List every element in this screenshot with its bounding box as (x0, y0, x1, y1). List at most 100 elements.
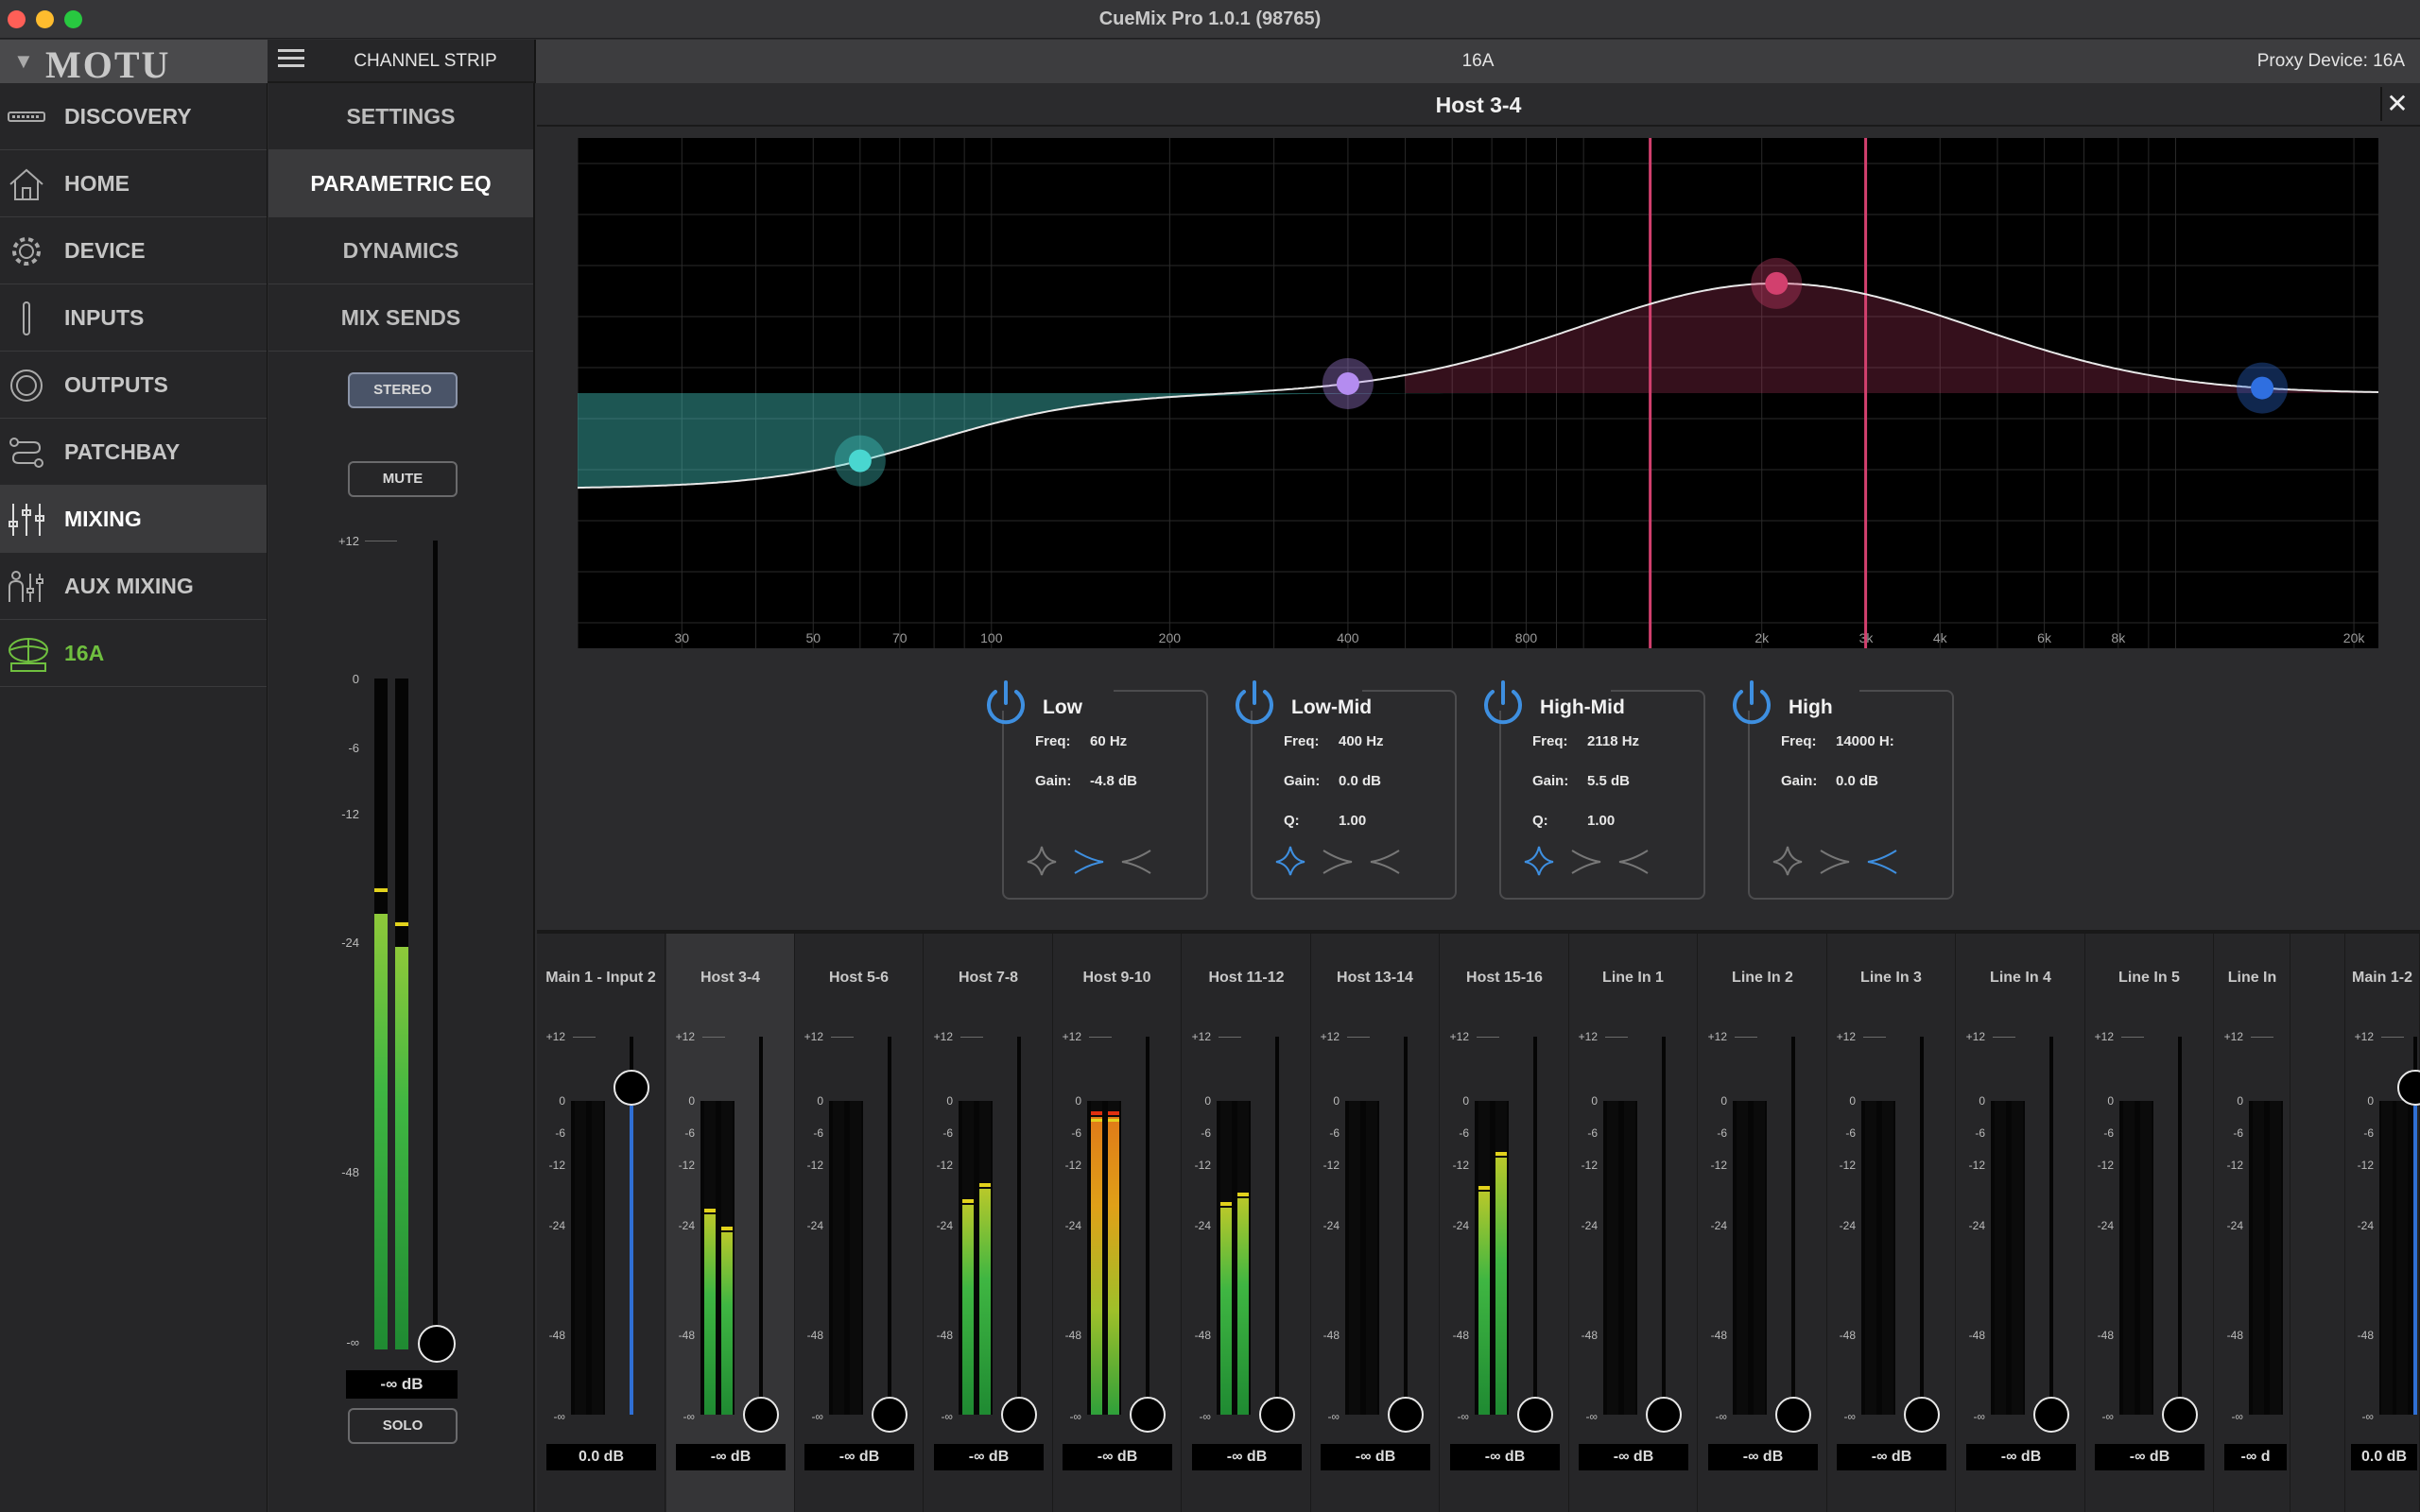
gain-value[interactable]: 0.0 dB (1339, 773, 1381, 789)
fader-knob[interactable] (1646, 1397, 1682, 1433)
brand-menu[interactable]: ▼ MOTU (0, 40, 268, 86)
fader-track[interactable] (1404, 1037, 1408, 1415)
fader-knob[interactable] (614, 1070, 649, 1106)
mixer-channel[interactable]: Line In 2 +12 0 -6 -12 -24 -48 -∞ -∞ dB (1699, 934, 1827, 1512)
low-shelf-filter-icon[interactable] (1320, 843, 1356, 879)
high-shelf-filter-icon[interactable] (1864, 843, 1900, 879)
mixer-channel[interactable]: Main 1-2 +12 0 -6 -12 -24 -48 -∞ 0.0 dB (2344, 934, 2420, 1512)
freq-value[interactable]: 2118 Hz (1587, 733, 1639, 749)
fader-track[interactable] (1275, 1037, 1279, 1415)
fader-track[interactable] (1662, 1037, 1666, 1415)
fader-value[interactable]: -∞ d (2224, 1444, 2287, 1470)
freq-row[interactable]: Freq: 14000 H: (1781, 733, 1894, 749)
eq-graph[interactable]: 3050701002004008002k3k4k6k8k20k (578, 138, 2378, 648)
power-icon[interactable] (1227, 677, 1282, 731)
mixer-channel[interactable]: Host 3-4 +12 0 -6 -12 -24 -48 -∞ -∞ dB (666, 934, 795, 1512)
fader-knob[interactable] (418, 1325, 456, 1363)
nav-item-device[interactable]: DEVICE (0, 217, 267, 284)
mixer-channel[interactable]: Host 7-8 +12 0 -6 -12 -24 -48 -∞ -∞ dB (925, 934, 1053, 1512)
fader-value[interactable]: -∞ dB (1192, 1444, 1302, 1470)
fader-track[interactable] (1146, 1037, 1150, 1415)
fader-knob[interactable] (2033, 1397, 2069, 1433)
freq-row[interactable]: Freq: 400 Hz (1284, 733, 1384, 749)
high-shelf-filter-icon[interactable] (1616, 843, 1651, 879)
high-shelf-filter-icon[interactable] (1118, 843, 1154, 879)
freq-row[interactable]: Freq: 60 Hz (1035, 733, 1127, 749)
power-icon[interactable] (1476, 677, 1530, 731)
mixer-channel[interactable]: Line In 4 +12 0 -6 -12 -24 -48 -∞ -∞ dB (1957, 934, 2085, 1512)
fader-knob[interactable] (1517, 1397, 1553, 1433)
freq-value[interactable]: 14000 H: (1836, 733, 1894, 749)
tab-parametric-eq[interactable]: PARAMETRIC EQ (268, 150, 533, 217)
tab-dynamics[interactable]: DYNAMICS (268, 217, 533, 284)
fader-track[interactable] (433, 541, 438, 1349)
q-row[interactable]: Q: 1.00 (1532, 813, 1615, 829)
peak-filter-icon[interactable] (1521, 843, 1557, 879)
gain-value[interactable]: 0.0 dB (1836, 773, 1878, 789)
peak-filter-icon[interactable] (1770, 843, 1806, 879)
fader-value[interactable]: -∞ dB (1966, 1444, 2076, 1470)
fader-knob[interactable] (872, 1397, 908, 1433)
peak-filter-icon[interactable] (1272, 843, 1308, 879)
solo-button[interactable]: SOLO (348, 1408, 458, 1444)
tab-settings[interactable]: SETTINGS (268, 83, 533, 150)
eq-handle-dot[interactable] (1336, 371, 1359, 395)
fader-value[interactable]: 0.0 dB (546, 1444, 656, 1470)
mixer-channel[interactable]: Host 9-10 +12 0 -6 -12 -24 -48 -∞ -∞ dB (1053, 934, 1182, 1512)
fader-value[interactable]: -∞ dB (1579, 1444, 1688, 1470)
nav-item-aux-mixing[interactable]: AUX MIXING (0, 553, 267, 620)
hamburger-menu-icon[interactable] (278, 49, 304, 74)
freq-value[interactable]: 400 Hz (1339, 733, 1384, 749)
fader-knob[interactable] (1259, 1397, 1295, 1433)
mixer-channel[interactable]: Line In 5 +12 0 -6 -12 -24 -48 -∞ -∞ dB (2085, 934, 2214, 1512)
eq-handle-dot[interactable] (2251, 376, 2274, 400)
fader-knob[interactable] (1001, 1397, 1037, 1433)
eq-handle-low-mid[interactable] (1322, 357, 1374, 409)
mixer-channel[interactable]: Host 13-14 +12 0 -6 -12 -24 -48 -∞ -∞ dB (1311, 934, 1440, 1512)
nav-item-mixing[interactable]: MIXING (0, 486, 267, 553)
fader-value[interactable]: -∞ dB (1321, 1444, 1430, 1470)
fader-knob[interactable] (1130, 1397, 1166, 1433)
fader-knob[interactable] (743, 1397, 779, 1433)
gain-value[interactable]: 5.5 dB (1587, 773, 1630, 789)
eq-handle-dot[interactable] (848, 449, 872, 472)
fader-track[interactable] (1017, 1037, 1021, 1415)
fader-track[interactable] (1920, 1037, 1924, 1415)
fader-value[interactable]: -∞ dB (1450, 1444, 1560, 1470)
fader-track[interactable] (759, 1037, 763, 1415)
nav-item-inputs[interactable]: INPUTS (0, 284, 267, 352)
high-shelf-filter-icon[interactable] (1367, 843, 1403, 879)
fader-value[interactable]: -∞ dB (1708, 1444, 1818, 1470)
fader-value[interactable]: -∞ dB (1063, 1444, 1172, 1470)
fader-knob[interactable] (2162, 1397, 2198, 1433)
nav-item-patchbay[interactable]: PATCHBAY (0, 419, 267, 486)
fader-track[interactable] (888, 1037, 891, 1415)
mixer-channel[interactable]: Host 15-16 +12 0 -6 -12 -24 -48 -∞ -∞ dB (1441, 934, 1569, 1512)
stereo-button[interactable]: STEREO (348, 372, 458, 408)
fader-value[interactable]: -∞ dB (676, 1444, 786, 1470)
freq-value[interactable]: 60 Hz (1090, 733, 1127, 749)
gain-row[interactable]: Gain: 0.0 dB (1284, 773, 1381, 789)
mixer-channel[interactable]: Host 11-12 +12 0 -6 -12 -24 -48 -∞ -∞ dB (1183, 934, 1311, 1512)
fader-value[interactable]: -∞ dB (804, 1444, 914, 1470)
fader-track[interactable] (1533, 1037, 1537, 1415)
mixer-channel[interactable]: Host 5-6 +12 0 -6 -12 -24 -48 -∞ -∞ dB (795, 934, 924, 1512)
nav-item-home[interactable]: HOME (0, 150, 267, 217)
eq-handle-dot[interactable] (1765, 271, 1789, 295)
fader-track[interactable] (2178, 1037, 2182, 1415)
fader-value[interactable]: -∞ dB (346, 1370, 458, 1399)
fader-value[interactable]: -∞ dB (1837, 1444, 1946, 1470)
freq-row[interactable]: Freq: 2118 Hz (1532, 733, 1639, 749)
low-shelf-filter-icon[interactable] (1568, 843, 1604, 879)
fader-knob[interactable] (1904, 1397, 1940, 1433)
eq-curve-canvas[interactable]: 3050701002004008002k3k4k6k8k20k (578, 138, 2378, 648)
q-value[interactable]: 1.00 (1339, 813, 1366, 829)
q-row[interactable]: Q: 1.00 (1284, 813, 1366, 829)
power-icon[interactable] (978, 677, 1033, 731)
eq-handle-high-mid[interactable] (1751, 257, 1803, 309)
gain-value[interactable]: -4.8 dB (1090, 773, 1137, 789)
fader-track[interactable] (1791, 1037, 1795, 1415)
fader-knob[interactable] (1388, 1397, 1424, 1433)
fader-value[interactable]: -∞ dB (934, 1444, 1044, 1470)
peak-filter-icon[interactable] (1024, 843, 1060, 879)
